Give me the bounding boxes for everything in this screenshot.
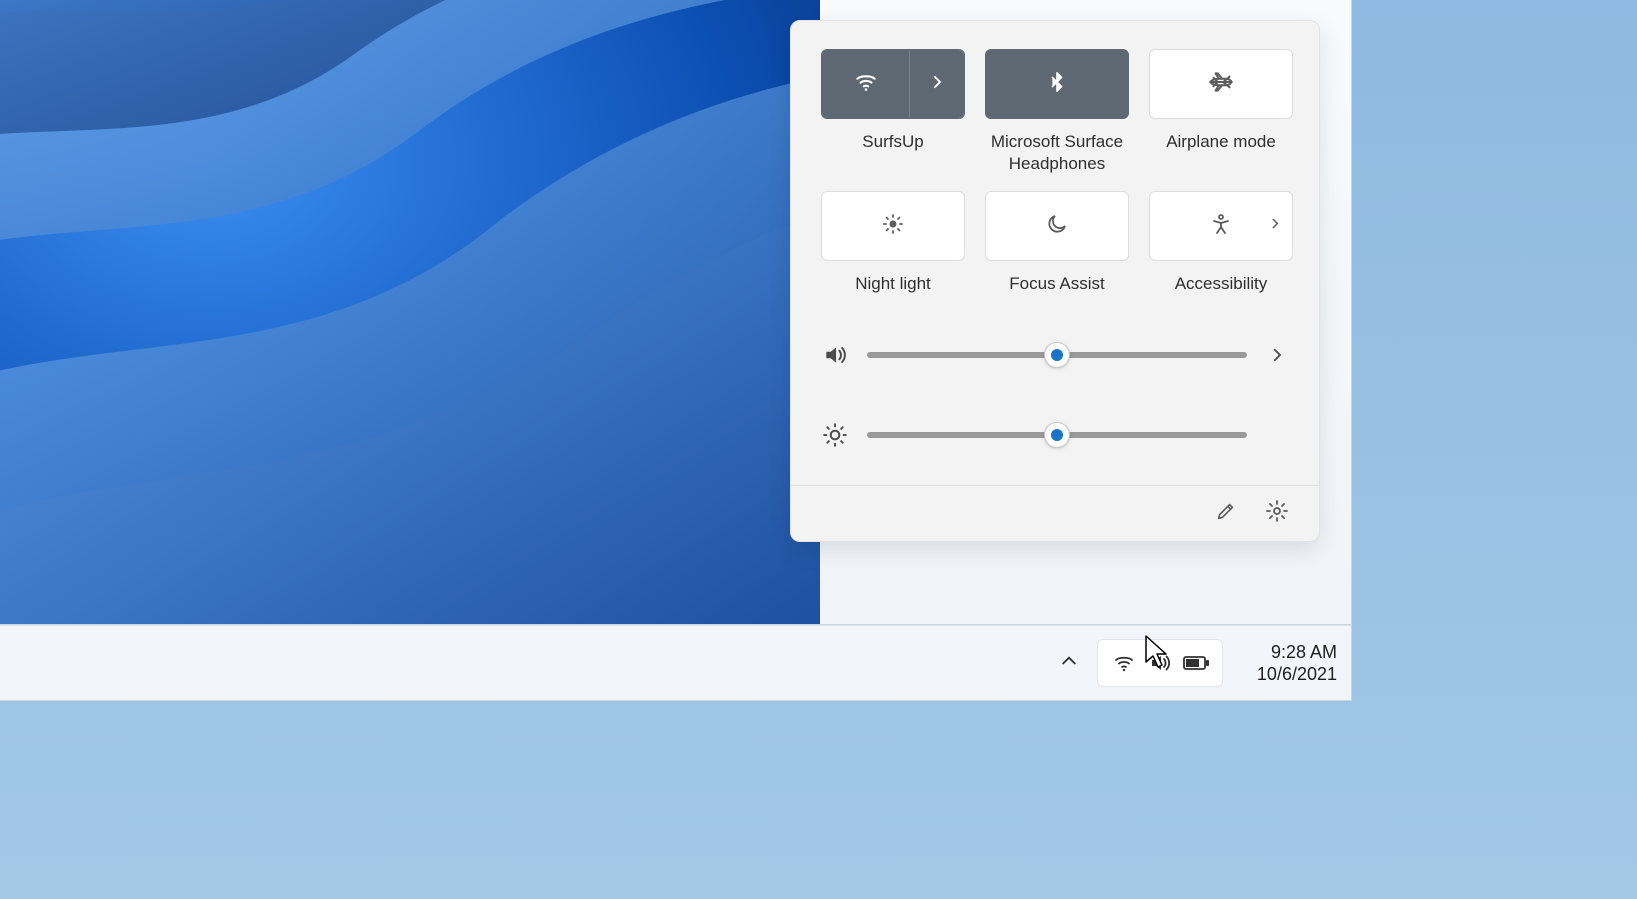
night-light-label: Night light: [855, 273, 931, 295]
pencil-icon: [1215, 509, 1237, 526]
airplane-toggle-button[interactable]: [1149, 49, 1293, 119]
wifi-toggle: [821, 49, 965, 119]
system-tray[interactable]: [1097, 639, 1223, 687]
volume-row: [821, 325, 1289, 385]
bluetooth-tile: Microsoft Surface Headphones: [985, 49, 1129, 175]
taskbar-clock[interactable]: 9:28 AM 10/6/2021: [1257, 641, 1337, 686]
focus-assist-toggle-button[interactable]: [985, 191, 1129, 261]
wifi-tile: SurfsUp: [821, 49, 965, 175]
wifi-icon: [853, 69, 879, 100]
bluetooth-label: Microsoft Surface Headphones: [985, 131, 1129, 175]
volume-slider-thumb[interactable]: [1044, 342, 1070, 368]
taskbar-date: 10/6/2021: [1257, 663, 1337, 686]
accessibility-icon: [1209, 212, 1233, 241]
edit-button[interactable]: [1215, 500, 1237, 527]
brightness-slider[interactable]: [867, 432, 1247, 438]
brightness-slider-thumb[interactable]: [1044, 422, 1070, 448]
tray-overflow-button[interactable]: [1049, 643, 1089, 683]
airplane-tile: Airplane mode: [1149, 49, 1293, 175]
taskbar: 9:28 AM 10/6/2021: [0, 625, 1352, 701]
focus-assist-tile: Focus Assist: [985, 191, 1129, 295]
accessibility-toggle-button[interactable]: [1149, 191, 1293, 261]
quick-settings-panel: SurfsUp Microsoft Surface Headphones: [790, 20, 1320, 542]
wifi-expand-button[interactable]: [910, 50, 964, 118]
taskbar-time: 9:28 AM: [1257, 641, 1337, 664]
volume-slider[interactable]: [867, 352, 1247, 358]
tray-wifi-icon[interactable]: [1110, 651, 1138, 675]
volume-output-button[interactable]: [1265, 346, 1289, 364]
wallpaper: [0, 0, 820, 625]
gear-icon: [1265, 510, 1289, 527]
night-light-tile: Night light: [821, 191, 965, 295]
volume-icon: [821, 342, 849, 368]
wifi-toggle-button[interactable]: [822, 50, 910, 118]
brightness-row: [821, 405, 1289, 465]
airplane-label: Airplane mode: [1166, 131, 1276, 153]
quick-settings-grid: SurfsUp Microsoft Surface Headphones: [821, 49, 1289, 295]
brightness-icon: [821, 422, 849, 448]
desktop-stage: SurfsUp Microsoft Surface Headphones: [0, 0, 1637, 899]
night-light-toggle-button[interactable]: [821, 191, 965, 261]
accessibility-tile: Accessibility: [1149, 191, 1293, 295]
tray-volume-icon[interactable]: [1146, 651, 1174, 675]
chevron-up-icon: [1059, 651, 1079, 676]
quick-settings-footer: [791, 485, 1319, 541]
chevron-right-icon: [928, 73, 946, 96]
chevron-right-icon: [1268, 217, 1282, 236]
accessibility-label: Accessibility: [1175, 273, 1268, 295]
wifi-label: SurfsUp: [862, 131, 923, 153]
bluetooth-icon: [1046, 71, 1068, 98]
airplane-icon: [1208, 69, 1234, 100]
night-light-icon: [881, 212, 905, 241]
bluetooth-toggle-button[interactable]: [985, 49, 1129, 119]
tray-battery-icon[interactable]: [1182, 653, 1210, 673]
focus-assist-label: Focus Assist: [1009, 273, 1104, 295]
settings-button[interactable]: [1265, 499, 1289, 528]
moon-icon: [1045, 212, 1069, 241]
